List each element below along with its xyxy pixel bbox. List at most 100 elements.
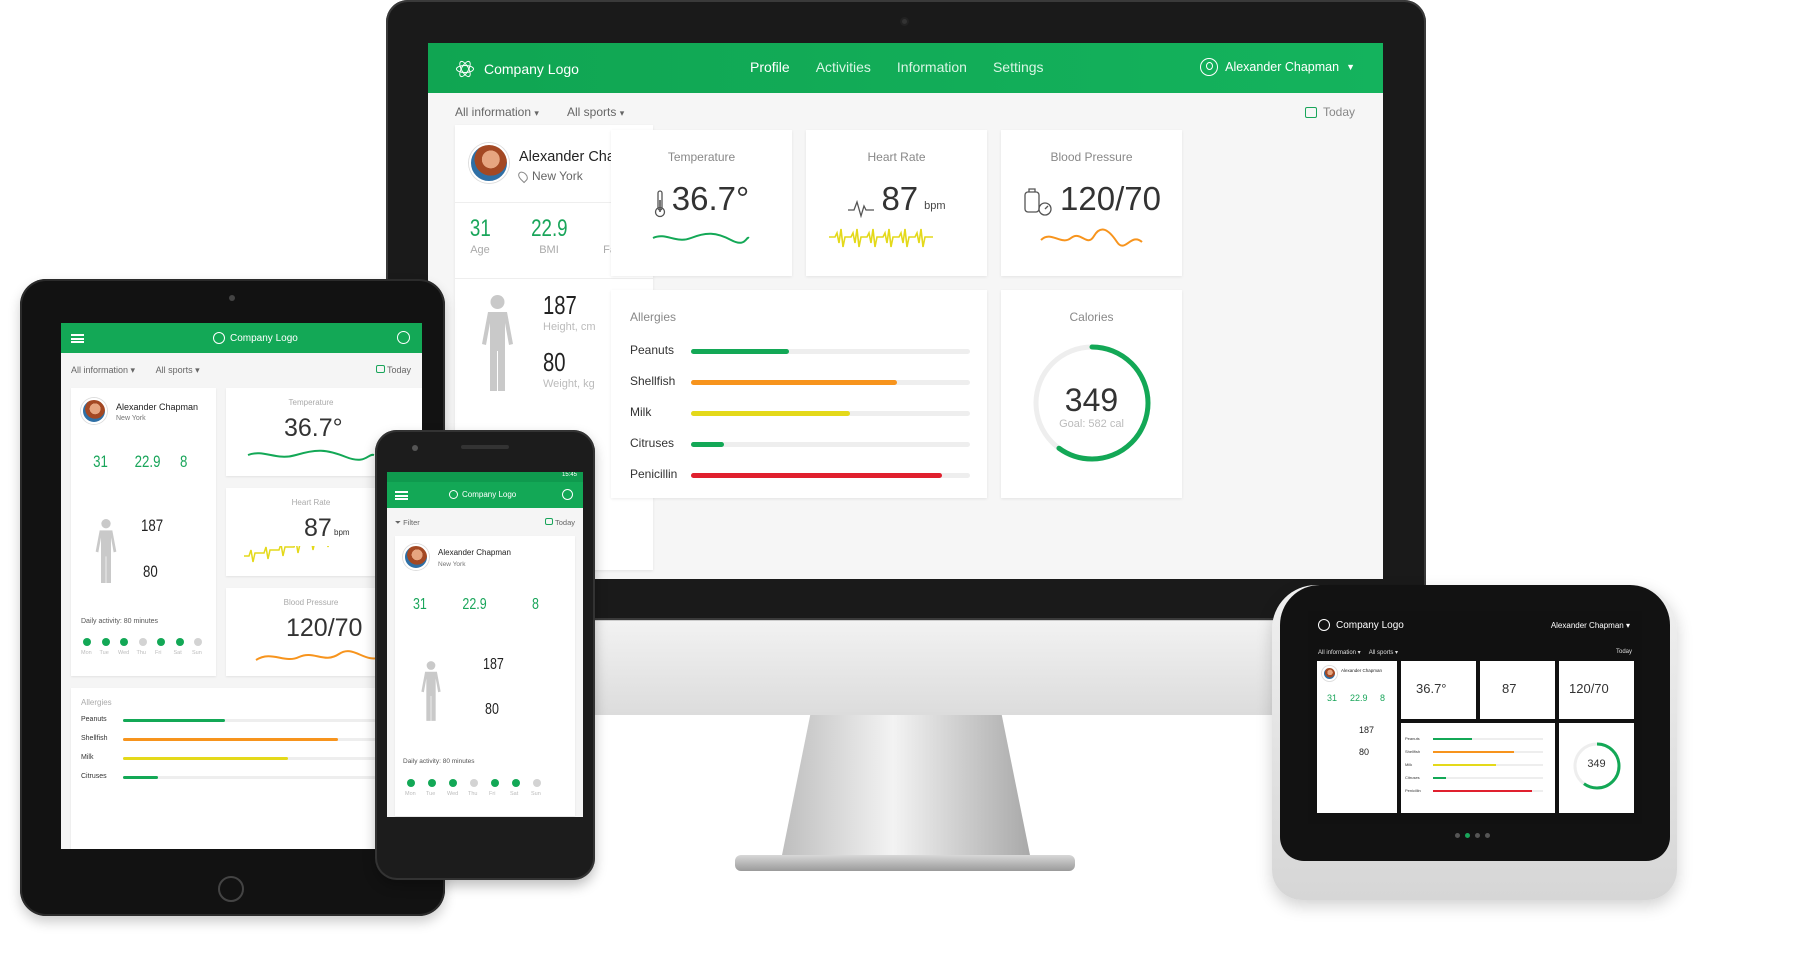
page-dot-active[interactable] — [1465, 833, 1470, 838]
nav-settings[interactable]: Settings — [993, 59, 1044, 75]
company-logo[interactable]: Company Logo — [449, 490, 516, 499]
day-dot — [407, 779, 415, 787]
allergy-track — [1433, 790, 1543, 792]
all-information-dropdown[interactable]: All information — [1318, 650, 1356, 656]
allergies-title: Allergies — [630, 310, 677, 324]
allergy-bar — [123, 776, 158, 779]
user-menu[interactable]: Alexander Chapman ▾ — [1551, 621, 1630, 630]
day-dot — [470, 779, 478, 787]
allergy-bar — [1433, 751, 1515, 753]
profile-card: Alexander Chapman New York 31 22.9 8 187… — [395, 536, 575, 816]
page-dot[interactable] — [1455, 833, 1460, 838]
allergy-row: Milk — [81, 754, 413, 764]
bmi-value: 22.9 — [530, 215, 568, 242]
allergy-bar — [691, 473, 943, 478]
heart-rate-card[interactable]: 87 — [1480, 661, 1555, 719]
phone-navbar: Company Logo — [387, 482, 583, 508]
location-text: New York — [532, 169, 583, 183]
avatar[interactable] — [469, 143, 509, 183]
heart-rate-card[interactable]: Heart Rate 87 bpm — [806, 130, 987, 276]
logo-text: Company Logo — [1336, 619, 1404, 631]
all-sports-label: All sports — [567, 105, 617, 119]
heart-rate-value: 87 — [881, 180, 919, 217]
allergy-label: Penicillin — [1405, 788, 1421, 793]
allergy-track — [1433, 751, 1543, 753]
allergy-label: Milk — [630, 405, 652, 419]
day-label: Sat — [510, 791, 519, 797]
hamburger-menu-icon[interactable] — [395, 491, 408, 500]
blood-pressure-wave — [1040, 228, 1143, 247]
divider — [455, 278, 653, 279]
allergy-label: Citruses — [630, 436, 675, 450]
avatar[interactable] — [403, 544, 429, 570]
allergy-label: Shellfish — [630, 374, 676, 388]
calories-card[interactable]: Calories 349 Goal: 582 cal — [1001, 290, 1182, 498]
allergy-label: Milk — [1405, 762, 1413, 767]
speaker — [461, 445, 509, 449]
allergy-row: Penicillin — [630, 467, 970, 487]
age-label: Age — [470, 244, 490, 256]
day-label: Sat — [173, 650, 182, 656]
temperature-row: 36.7° — [611, 180, 792, 218]
all-sports-dropdown[interactable]: All sports — [156, 365, 193, 375]
blood-pressure-wave — [255, 650, 383, 661]
page-dot[interactable] — [1485, 833, 1490, 838]
calories-value: 349 — [1064, 382, 1119, 418]
allergy-bar — [691, 380, 898, 385]
weight-value: 80 — [1359, 747, 1370, 757]
location-pin-icon — [516, 169, 530, 183]
heartbeat-wave — [829, 228, 933, 248]
date-picker[interactable]: Today — [545, 518, 575, 527]
body-silhouette-icon — [482, 295, 513, 391]
date-picker[interactable]: Today — [375, 365, 411, 375]
allergy-label: Shellfish — [1405, 749, 1421, 754]
all-information-dropdown[interactable]: All information ▾ — [455, 105, 539, 119]
phone-device: 15:45 Company Logo ⏷ Filter Today Alexan… — [375, 430, 595, 880]
status-bar: 15:45 — [387, 472, 583, 482]
nav-information[interactable]: Information — [897, 59, 967, 75]
blood-pressure-card[interactable]: Blood Pressure 120/70 — [1001, 130, 1182, 276]
avatar[interactable] — [81, 398, 107, 424]
date-label: Today — [554, 518, 575, 527]
bmi-value: 22.9 — [134, 452, 161, 471]
allergy-track — [1433, 738, 1543, 740]
allergy-row: Milk — [630, 405, 970, 425]
tablet-screen: Company Logo All information ▾ All sport… — [61, 323, 422, 849]
all-sports-dropdown[interactable]: All sports — [1369, 650, 1394, 656]
kiosk-navbar: Company Logo Alexander Chapman ▾ — [1308, 611, 1642, 639]
all-sports-dropdown[interactable]: All sports ▾ — [567, 105, 624, 119]
allergy-bar — [123, 719, 225, 722]
blood-pressure-title: Blood Pressure — [283, 598, 339, 607]
user-name: Alexander Chapman — [1550, 621, 1624, 630]
filter-button[interactable]: ⏷ Filter — [395, 518, 420, 528]
nav-activities[interactable]: Activities — [816, 59, 871, 75]
user-icon[interactable] — [562, 489, 573, 500]
hamburger-menu-icon[interactable] — [71, 334, 84, 343]
user-icon[interactable] — [397, 331, 410, 344]
logo-text: Company Logo — [462, 490, 517, 499]
date-picker[interactable]: Today — [1304, 105, 1355, 119]
company-logo[interactable]: Company Logo — [454, 58, 579, 80]
age-value: 31 — [93, 452, 108, 471]
home-button[interactable] — [218, 876, 244, 902]
logo-text: Company Logo — [484, 61, 579, 77]
temperature-card[interactable]: 36.7° — [1401, 661, 1476, 719]
nav-profile[interactable]: Profile — [750, 59, 790, 75]
calories-card[interactable]: 349 — [1559, 723, 1634, 813]
user-menu[interactable]: Alexander Chapman ▼ — [1200, 58, 1355, 76]
temperature-card[interactable]: Temperature 36.7° — [611, 130, 792, 276]
allergy-bar — [691, 349, 789, 354]
date-picker[interactable]: Today — [1616, 649, 1632, 655]
day-label: Sun — [531, 791, 541, 797]
company-logo[interactable]: Company Logo — [213, 332, 298, 344]
camera — [229, 295, 235, 301]
page-dot[interactable] — [1475, 833, 1480, 838]
all-information-dropdown[interactable]: All information — [71, 365, 128, 375]
allergy-bar — [123, 757, 289, 760]
atom-logo-icon — [213, 332, 225, 344]
company-logo[interactable]: Company Logo — [1318, 619, 1404, 631]
height-label: Height, cm — [543, 321, 596, 333]
body-silhouette-icon — [421, 661, 441, 721]
calories-value: 349 — [1587, 758, 1606, 770]
blood-pressure-card[interactable]: 120/70 — [1559, 661, 1634, 719]
